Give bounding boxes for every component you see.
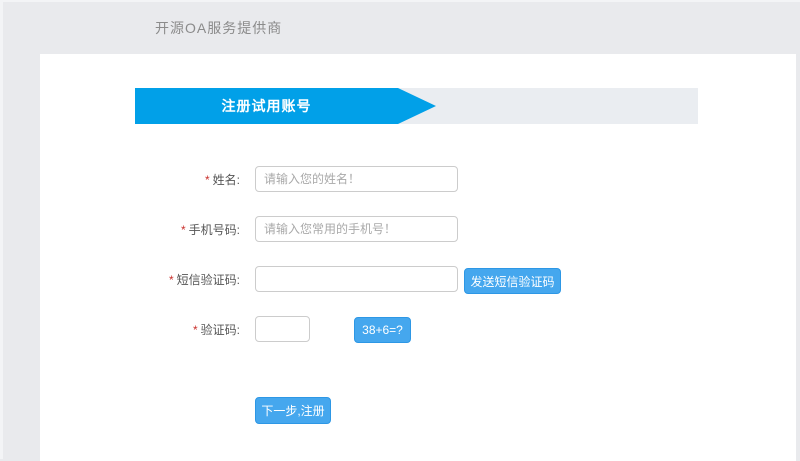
form-row-sms-code: * 短信验证码: 发送短信验证码 [40,266,796,294]
phone-label: * 手机号码: [40,221,240,238]
page: 开源OA服务提供商 注册试用账号 *姓名: *手机号码: [0,0,800,461]
required-marker: * [168,272,174,287]
sms-code-label: * 短信验证码: [40,271,240,288]
register-submit-button[interactable]: 下一步,注册 [255,397,331,424]
captcha-label: * 验证码: [40,321,240,338]
brand-title: 开源OA服务提供商 [155,20,283,36]
name-input[interactable] [255,166,458,192]
send-sms-button[interactable]: 发送短信验证码 [464,268,561,294]
name-label: * 姓名: [40,171,240,188]
banner-track: 注册试用账号 [135,88,698,124]
required-marker: * [192,322,198,337]
phone-input[interactable] [255,216,458,242]
form-row-phone: * 手机号码: [40,216,796,242]
captcha-input[interactable] [255,316,310,342]
content-card: 注册试用账号 *姓名: *手机号码: *短信验证码: [40,54,796,461]
sms-code-input[interactable] [255,266,458,292]
required-marker: * [204,172,210,187]
form-row-name: * 姓名: [40,166,796,192]
phone-label-text: 手机号码: [188,222,240,237]
name-label-text: 姓名: [212,172,240,187]
registration-form: *姓名: *手机号码: *短信验证码: 发送短信验证码 *验证码: [40,166,796,424]
captcha-question-button[interactable]: 38+6=? [354,317,411,343]
captcha-label-text: 验证码: [200,322,240,337]
submit-row: 下一步,注册 [40,397,796,424]
required-marker: * [180,222,186,237]
form-row-captcha: * 验证码: 38+6=? [40,316,796,343]
banner-arrow: 注册试用账号 [135,88,436,124]
banner-title: 注册试用账号 [221,98,312,114]
sms-code-label-text: 短信验证码: [176,272,240,287]
top-header: 开源OA服务提供商 [3,2,800,54]
